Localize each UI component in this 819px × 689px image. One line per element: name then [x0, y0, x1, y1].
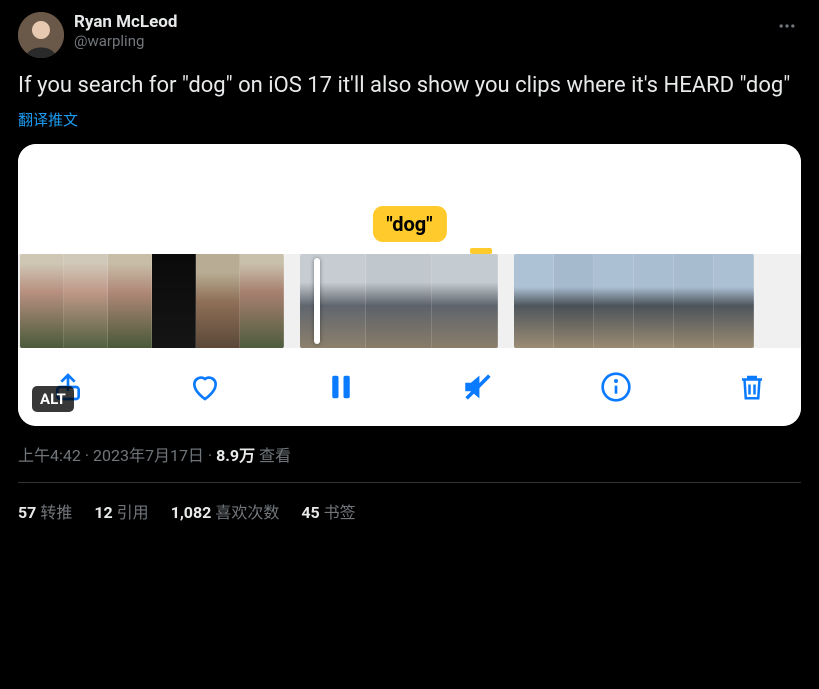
scrubber-handle[interactable]	[314, 258, 320, 344]
info-icon[interactable]	[600, 371, 632, 403]
likes-stat[interactable]: 1,082 喜欢次数	[171, 499, 280, 523]
avatar[interactable]	[18, 12, 64, 58]
clip-group-2[interactable]	[300, 254, 498, 348]
thumb	[594, 254, 634, 348]
more-icon[interactable]	[773, 12, 801, 44]
handle[interactable]: @warpling	[74, 32, 177, 50]
clip-group-1[interactable]	[20, 254, 284, 348]
tweet-header: Ryan McLeod @warpling	[18, 12, 801, 58]
meta-sep: ·	[204, 446, 216, 465]
translate-link[interactable]: 翻译推文	[18, 109, 801, 130]
thumb	[366, 254, 432, 348]
meta-date[interactable]: 2023年7月17日	[93, 446, 204, 465]
tweet-container: Ryan McLeod @warpling If you search for …	[0, 0, 819, 523]
alt-badge[interactable]: ALT	[32, 386, 74, 412]
retweets-stat[interactable]: 57 转推	[18, 499, 72, 523]
thumb	[300, 254, 366, 348]
thumb	[634, 254, 674, 348]
meta-time[interactable]: 上午4:42	[18, 446, 81, 465]
thumb	[108, 254, 152, 348]
media-header: "dog"	[18, 144, 801, 254]
timeline-marker	[470, 248, 492, 254]
media-toolbar	[18, 348, 801, 426]
pause-icon[interactable]	[326, 372, 356, 402]
media-card: "dog"	[18, 144, 801, 426]
views-count: 8.9万	[216, 446, 255, 465]
thumb	[432, 254, 498, 348]
quotes-stat[interactable]: 12 引用	[94, 499, 148, 523]
views-label: 查看	[255, 446, 291, 465]
thumb	[196, 254, 240, 348]
thumb	[554, 254, 594, 348]
tweet-stats: 57 转推 12 引用 1,082 喜欢次数 45 书签	[18, 483, 801, 523]
search-term-badge: "dog"	[372, 206, 446, 242]
trash-icon[interactable]	[737, 371, 767, 403]
video-timeline[interactable]	[18, 254, 801, 348]
thumb	[240, 254, 284, 348]
author-block: Ryan McLeod @warpling	[74, 12, 177, 50]
thumb	[714, 254, 754, 348]
heart-icon[interactable]	[189, 371, 221, 403]
thumb	[64, 254, 108, 348]
tweet-body: If you search for "dog" on iOS 17 it'll …	[18, 72, 801, 101]
thumb	[152, 254, 196, 348]
clip-group-3[interactable]	[514, 254, 754, 348]
thumb	[20, 254, 64, 348]
thumb	[514, 254, 554, 348]
thumb	[674, 254, 714, 348]
display-name[interactable]: Ryan McLeod	[74, 12, 177, 32]
tweet-meta: 上午4:42 · 2023年7月17日 · 8.9万 查看	[18, 442, 801, 466]
bookmarks-stat[interactable]: 45 书签	[301, 499, 355, 523]
mute-icon[interactable]	[461, 370, 495, 404]
meta-sep: ·	[81, 446, 93, 465]
